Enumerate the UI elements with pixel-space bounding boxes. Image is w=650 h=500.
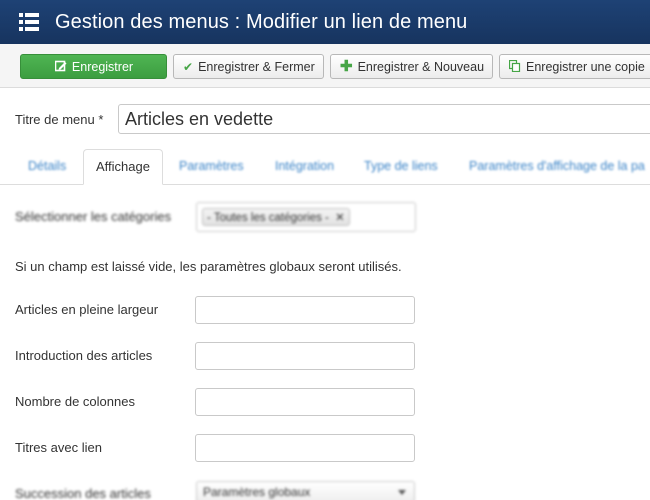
save-close-button[interactable]: ✔ Enregistrer & Fermer (173, 54, 324, 79)
pleine-largeur-input[interactable] (195, 296, 415, 324)
tab-bar: Détails Affichage Paramètres Intégration… (0, 149, 650, 185)
save-button[interactable]: Enregistrer (20, 54, 167, 79)
toolbar: Enregistrer ✔ Enregistrer & Fermer ✚ Enr… (0, 44, 650, 88)
plus-icon: ✚ (340, 58, 353, 75)
field-label-titres: Titres avec lien (15, 440, 102, 455)
succession-select[interactable]: Paramètres globaux (196, 481, 415, 500)
categories-select[interactable]: - Toutes les catégories - ✕ (196, 202, 416, 232)
chevron-down-icon (398, 490, 406, 495)
succession-label: Succession des articles (15, 486, 151, 500)
colonnes-input[interactable] (195, 388, 415, 416)
page-title: Gestion des menus : Modifier un lien de … (55, 10, 468, 33)
tab-type-de-liens[interactable]: Type de liens (364, 159, 438, 173)
save-new-button[interactable]: ✚ Enregistrer & Nouveau (330, 54, 493, 79)
edit-icon (54, 60, 67, 74)
titres-input[interactable] (195, 434, 415, 462)
tab-parametres[interactable]: Paramètres (179, 159, 244, 173)
tab-details[interactable]: Détails (28, 159, 66, 173)
introduction-input[interactable] (195, 342, 415, 370)
info-text: Si un champ est laissé vide, les paramèt… (15, 259, 402, 274)
category-chip[interactable]: - Toutes les catégories - ✕ (202, 208, 350, 226)
field-label-pleine-largeur: Articles en pleine largeur (15, 302, 159, 317)
header-bar: Gestion des menus : Modifier un lien de … (0, 0, 650, 44)
tab-parametres-affichage[interactable]: Paramètres d'affichage de la pa (469, 159, 645, 173)
save-new-label: Enregistrer & Nouveau (357, 59, 485, 74)
check-icon: ✔ (183, 59, 194, 74)
save-copy-button[interactable]: Enregistrer une copie (499, 54, 650, 79)
succession-value: Paramètres globaux (203, 485, 311, 499)
save-button-label: Enregistrer (71, 59, 134, 74)
categories-label: Sélectionner les catégories (15, 209, 172, 224)
tab-affichage[interactable]: Affichage (83, 149, 163, 185)
copy-icon (508, 59, 521, 74)
title-label: Titre de menu * (15, 112, 104, 127)
category-chip-label: - Toutes les catégories - (207, 212, 329, 224)
save-copy-label: Enregistrer une copie (526, 59, 645, 74)
save-close-label: Enregistrer & Fermer (198, 59, 315, 74)
field-label-colonnes: Nombre de colonnes (15, 394, 135, 409)
menu-list-icon (19, 13, 39, 31)
field-label-introduction: Introduction des articles (15, 348, 153, 363)
chip-remove-icon[interactable]: ✕ (335, 212, 345, 224)
tab-integration[interactable]: Intégration (275, 159, 334, 173)
title-input[interactable]: Articles en vedette (118, 104, 650, 134)
